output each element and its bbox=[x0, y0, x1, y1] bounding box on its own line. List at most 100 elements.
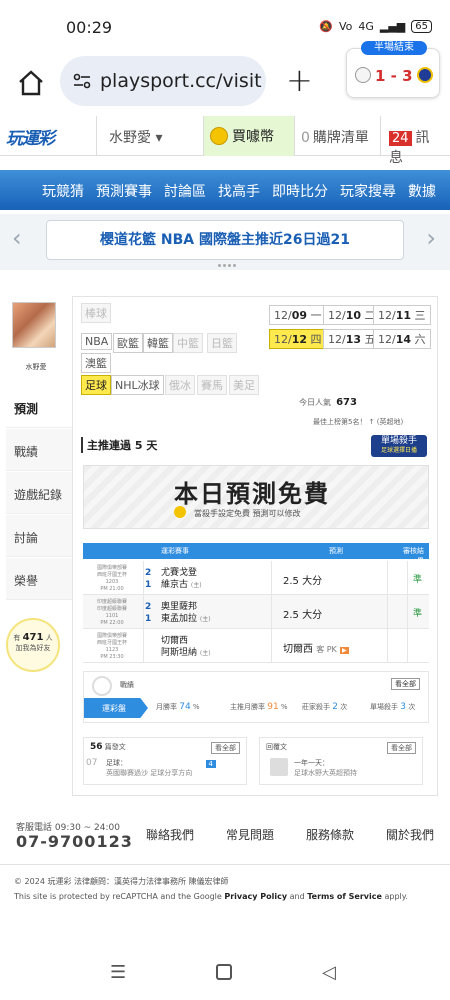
site-header: 玩運彩 水野愛 ▾ 買噱幣 0 購牌清單 24 訊息 bbox=[0, 116, 450, 166]
nav-item-data[interactable]: 數據 bbox=[402, 170, 442, 212]
posts-header: 56 篇發文 bbox=[90, 742, 126, 752]
record-tab[interactable]: 運彩盤 bbox=[84, 698, 148, 718]
cart-count: 0 bbox=[301, 130, 310, 146]
league-chip: 俄冰 bbox=[165, 375, 195, 395]
away-team: 切爾西 bbox=[161, 636, 189, 646]
post-title[interactable]: 足球： bbox=[106, 758, 127, 768]
prediction-pick: 切爾西 客 PK ▶ bbox=[283, 640, 349, 655]
nav-item-player-search[interactable]: 玩家搜尋 bbox=[334, 170, 402, 212]
recents-icon[interactable]: ☰ bbox=[110, 962, 126, 983]
match-teams: 奧里薩邦 東孟加拉 (主) bbox=[161, 601, 211, 626]
away-team: 奧里薩邦 bbox=[161, 602, 198, 612]
league-chip[interactable]: 足球 bbox=[81, 375, 111, 395]
nav-item-predict[interactable]: 預測賽事 bbox=[90, 170, 158, 212]
column-divider bbox=[143, 629, 144, 663]
column-divider bbox=[407, 561, 408, 595]
apply-text: apply. bbox=[384, 892, 408, 901]
sidebar-tab-discussion[interactable]: 討論 bbox=[6, 515, 74, 557]
user-dropdown[interactable]: 水野愛 ▾ bbox=[96, 116, 204, 156]
home-nav-icon[interactable] bbox=[216, 964, 232, 980]
home-icon[interactable] bbox=[16, 68, 46, 98]
home-team: 東孟加拉 bbox=[161, 614, 198, 624]
date-day: 14 bbox=[395, 333, 412, 346]
sidebar-tab-game-log[interactable]: 遊戲紀錄 bbox=[6, 472, 74, 514]
date-weekday: 六 bbox=[414, 333, 426, 346]
column-divider bbox=[143, 561, 144, 595]
table-row[interactable]: 印度超級聯賽 印度超級聯賽 1101 PM 22:00 2 1 奧里薩邦 東孟加拉 (主) 2.… bbox=[83, 595, 429, 629]
hotline-number[interactable]: 07-9700123 bbox=[16, 832, 133, 851]
month-win-rate: 月勝率 74 % bbox=[156, 702, 200, 712]
footer-link-faq[interactable]: 常見問題 bbox=[226, 826, 274, 843]
match-info-line: 西班牙國王杯 bbox=[96, 572, 127, 578]
record-more-button[interactable]: 看全部 bbox=[391, 678, 420, 690]
banner-link[interactable]: 櫻道花籃 NBA 國際盤主推近26日過21 bbox=[46, 220, 404, 260]
cart-button[interactable]: 0 購牌清單 bbox=[294, 116, 380, 156]
messages-button[interactable]: 24 訊息 bbox=[380, 116, 450, 166]
match-info-line: PM 22:00 bbox=[100, 620, 124, 626]
footer-link-contact[interactable]: 聯絡我們 bbox=[146, 826, 194, 843]
nav-item-livescore[interactable]: 即時比分 bbox=[266, 170, 334, 212]
chevron-right-icon[interactable]: › bbox=[426, 224, 436, 252]
site-logo[interactable]: 玩運彩 bbox=[6, 124, 72, 149]
record-title: 戰績 bbox=[120, 681, 134, 689]
address-bar[interactable]: playsport.cc/visit bbox=[60, 56, 266, 106]
match-info: 印度超級聯賽 印度超級聯賽 1101 PM 22:00 bbox=[83, 599, 141, 627]
home-team-line: 阿斯坦納 (主) bbox=[161, 647, 211, 660]
posts-more-button[interactable]: 看全部 bbox=[211, 742, 240, 754]
table-row[interactable]: 國際俱樂部賽 西班牙國王杯 1123 PM 23:30 切爾西 阿斯坦納 (主) 切爾西 客… bbox=[83, 629, 429, 663]
footer-link-terms[interactable]: 服務條款 bbox=[306, 826, 354, 843]
posts-count: 56 bbox=[90, 742, 103, 752]
team-goals: 1 bbox=[145, 614, 152, 624]
league-chip[interactable]: 澳籃 bbox=[81, 353, 111, 373]
posts-label: 篇發文 bbox=[104, 743, 126, 751]
cart-label: 購牌清單 bbox=[312, 130, 369, 146]
nav-item-forum[interactable]: 討論區 bbox=[158, 170, 212, 212]
league-chip: 中籃 bbox=[173, 333, 203, 353]
terms-link[interactable]: Terms of Service bbox=[307, 892, 382, 901]
add-friend-bulb[interactable]: 有 471 人 加我為好友 bbox=[6, 618, 60, 672]
date-chip[interactable]: 12/12 四 bbox=[269, 329, 327, 349]
date-weekday: 三 bbox=[414, 309, 426, 322]
nav-item-play[interactable]: 玩競猜 bbox=[36, 170, 90, 212]
league-chip[interactable]: NHL冰球 bbox=[111, 375, 164, 395]
replies-more-button[interactable]: 看全部 bbox=[387, 742, 416, 754]
league-chip[interactable]: 歐籃 bbox=[113, 333, 143, 353]
main-label: 主推月勝率 bbox=[230, 703, 265, 711]
site-settings-icon[interactable] bbox=[72, 71, 92, 91]
league-chip[interactable]: NBA bbox=[81, 333, 113, 350]
date-chip[interactable]: 12/13 五 bbox=[323, 329, 381, 349]
pick-value: 切爾西 bbox=[283, 644, 313, 655]
date-chip[interactable]: 12/09 一 bbox=[269, 305, 327, 325]
new-tab-icon[interactable]: + bbox=[286, 64, 313, 96]
reply-title[interactable]: 一年一天： bbox=[294, 758, 329, 768]
sidebar-tab-predict[interactable]: 預測 bbox=[6, 386, 74, 428]
main-nav: 玩競猜 預測賽事 討論區 找高手 即時比分 玩家搜尋 數據 bbox=[0, 170, 450, 210]
home-tag: (主) bbox=[190, 582, 202, 589]
user-name: 水野愛 bbox=[109, 130, 151, 146]
back-icon[interactable]: ◁ bbox=[322, 962, 336, 983]
team-goals: 2 bbox=[145, 602, 152, 612]
match-info-line: PM 23:30 bbox=[100, 654, 124, 660]
chevron-left-icon[interactable]: ‹ bbox=[12, 224, 22, 252]
column-divider bbox=[271, 561, 272, 595]
col-pick: 預測 bbox=[329, 547, 343, 555]
sidebar-tab-record[interactable]: 戰績 bbox=[6, 429, 74, 471]
away-team-logo-icon bbox=[417, 67, 433, 83]
date-chip[interactable]: 12/14 六 bbox=[373, 329, 431, 349]
buy-coins-button[interactable]: 買噱幣 bbox=[204, 116, 294, 156]
date-chip[interactable]: 12/11 三 bbox=[373, 305, 431, 325]
privacy-link[interactable]: Privacy Policy bbox=[224, 892, 287, 901]
table-row[interactable]: 國際俱樂部賽 西班牙國王杯 1203 PM 21:00 2 1 尤賽戈登 維京古 (主) 2.5… bbox=[83, 561, 429, 595]
date-day: 09 bbox=[291, 309, 308, 322]
date-chip[interactable]: 12/10 二 bbox=[323, 305, 381, 325]
column-divider bbox=[387, 595, 388, 629]
sidebar-tab-honor[interactable]: 榮譽 bbox=[6, 558, 74, 600]
main-pct: % bbox=[280, 703, 288, 711]
footer-link-about[interactable]: 關於我們 bbox=[386, 826, 434, 843]
live-score-widget[interactable]: 半場結束 1 - 3 bbox=[346, 41, 440, 98]
nav-item-experts[interactable]: 找高手 bbox=[212, 170, 266, 212]
home-team-line: 東孟加拉 (主) bbox=[161, 613, 211, 626]
league-chip[interactable]: 韓籃 bbox=[143, 333, 173, 353]
avatar[interactable] bbox=[12, 302, 56, 348]
champion-title: 單場殺手 bbox=[380, 436, 417, 446]
